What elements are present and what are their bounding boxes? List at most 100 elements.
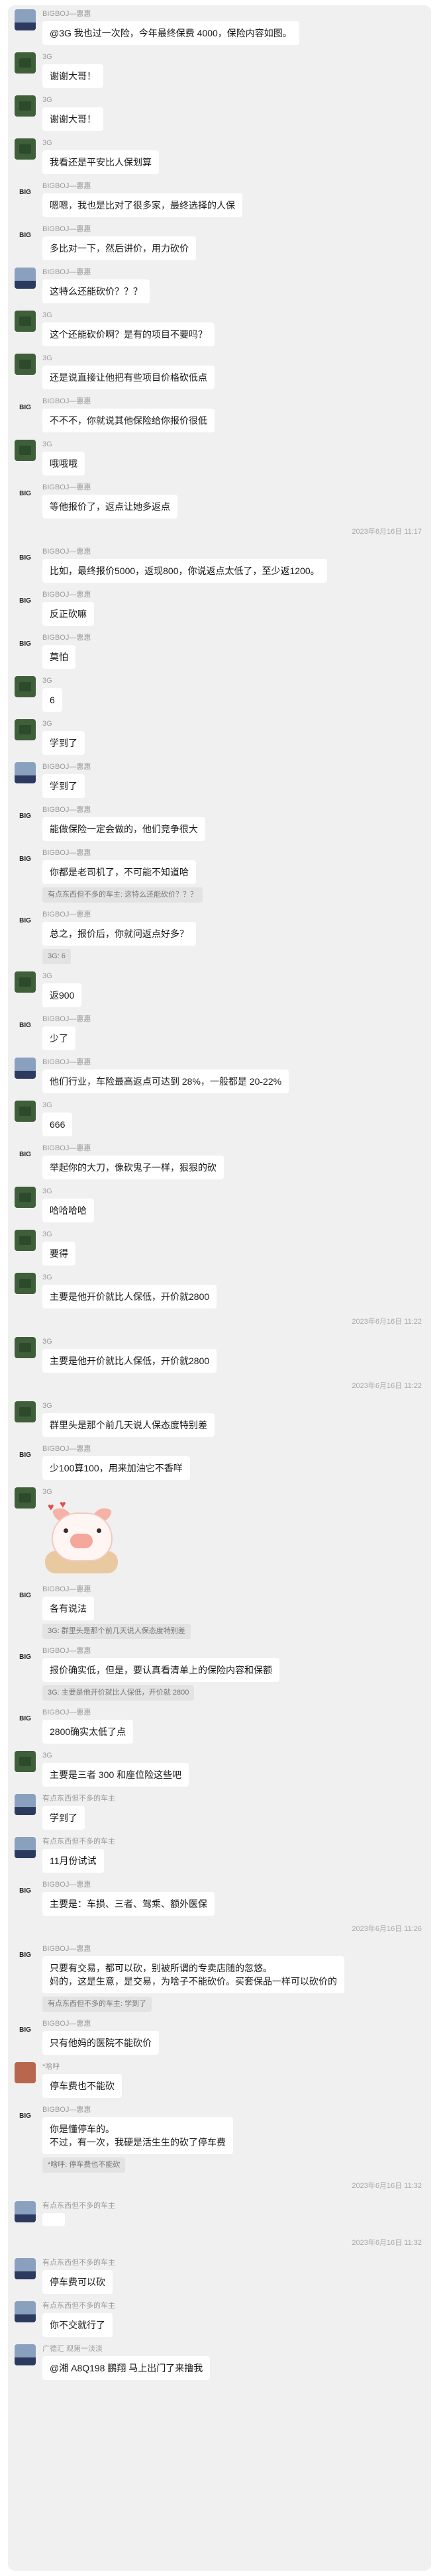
avatar[interactable]: BIG: [15, 1944, 36, 1965]
message-bubble[interactable]: 主要是他开价就比人保低，开价就2800: [42, 1285, 217, 1309]
message-bubble[interactable]: 主要是他开价就比人保低，开价就2800: [42, 1349, 217, 1373]
avatar[interactable]: [15, 2201, 36, 2222]
message-bubble[interactable]: 能做保险一定会做的，他们竞争很大: [42, 817, 205, 841]
quoted-reply[interactable]: *啥呼: 停车费也不能砍: [42, 2157, 126, 2173]
message-bubble[interactable]: 这个还能砍价啊？是有的项目不要吗？: [42, 322, 215, 346]
avatar[interactable]: [15, 1837, 36, 1858]
message-bubble[interactable]: 哈哈哈哈: [42, 1199, 94, 1222]
message-bubble[interactable]: 这特么还能砍价？？？: [42, 279, 150, 303]
message-bubble[interactable]: 要得: [42, 1242, 75, 1265]
message-bubble[interactable]: 只要有交易，都可以砍，别被所谓的专卖店随的忽悠。 妈的，这是生意，是交易，为啥子…: [42, 1956, 344, 1993]
avatar[interactable]: [15, 1273, 36, 1294]
avatar[interactable]: [15, 1187, 36, 1208]
avatar[interactable]: [15, 1230, 36, 1251]
avatar[interactable]: [15, 2301, 36, 2322]
avatar[interactable]: [15, 1487, 36, 1509]
message-bubble[interactable]: 少100算100，用来加油它不香咩: [42, 1456, 190, 1480]
quoted-reply[interactable]: 有点东西但不多的车主: 学到了: [42, 1997, 152, 2012]
avatar[interactable]: [15, 440, 36, 461]
avatar[interactable]: BIG: [15, 1444, 36, 1465]
message-bubble[interactable]: 比如，最终报价5000，返现800，你说返点太低了，至少返1200。: [42, 559, 327, 583]
message-bubble[interactable]: 2800确实太低了点: [42, 1720, 134, 1744]
quoted-reply[interactable]: 3G: 6: [42, 949, 71, 964]
avatar[interactable]: BIG: [15, 1585, 36, 1606]
message-bubble[interactable]: 你不交就行了: [42, 2313, 113, 2337]
avatar[interactable]: [15, 1058, 36, 1079]
avatar[interactable]: BIG: [15, 805, 36, 826]
avatar[interactable]: BIG: [15, 397, 36, 418]
avatar[interactable]: [15, 311, 36, 332]
message-bubble[interactable]: 举起你的大刀，像砍鬼子一样，狠狠的砍: [42, 1156, 224, 1179]
avatar[interactable]: BIG: [15, 633, 36, 654]
avatar[interactable]: [15, 1337, 36, 1358]
avatar[interactable]: BIG: [15, 1708, 36, 1729]
avatar[interactable]: [15, 719, 36, 740]
avatar[interactable]: [15, 268, 36, 289]
avatar[interactable]: [15, 2258, 36, 2279]
message-bubble[interactable]: 群里头是那个前几天说人保态度特别差: [42, 1413, 215, 1437]
message-bubble[interactable]: @3G 我也过一次险，今年最终保费 4000，保险内容如图。: [42, 21, 299, 45]
message-bubble[interactable]: 等他报价了，返点让她多返点: [42, 495, 177, 519]
message-bubble[interactable]: 只有他妈的医院不能砍价: [42, 2031, 159, 2055]
message-bubble[interactable]: 莫怕: [42, 645, 75, 669]
message-bubble[interactable]: 学到了: [42, 1806, 85, 1830]
message-bubble[interactable]: 谢谢大哥！: [42, 64, 103, 88]
avatar[interactable]: [15, 676, 36, 697]
message-bubble[interactable]: 学到了: [42, 731, 85, 755]
avatar[interactable]: BIG: [15, 483, 36, 504]
message-bubble[interactable]: 主要是三者 300 和座位险这些吧: [42, 1763, 189, 1787]
message-bubble[interactable]: 少了: [42, 1026, 75, 1050]
message-bubble[interactable]: 主要是：车损、三者、驾乘、额外医保: [42, 1892, 215, 1916]
message-bubble[interactable]: 总之，报价后，你就问返点好多？: [42, 922, 196, 946]
avatar[interactable]: [15, 1401, 36, 1422]
avatar[interactable]: [15, 9, 36, 30]
avatar[interactable]: BIG: [15, 848, 36, 869]
message-bubble[interactable]: 我看还是平安比人保划算: [42, 150, 159, 174]
quoted-reply[interactable]: 3G: 群里头是那个前几天说人保态度特别差: [42, 1624, 191, 1639]
message-bubble[interactable]: 报价确实低，但是，要认真看清单上的保险内容和保额: [42, 1658, 279, 1682]
message-bubble[interactable]: 返900: [42, 983, 82, 1007]
message-bubble[interactable]: 各有说法: [42, 1597, 94, 1620]
pig-sticker-image[interactable]: ♥ ♥: [42, 1499, 121, 1577]
message-bubble[interactable]: 停车费可以砍: [42, 2270, 113, 2294]
message-bubble[interactable]: 学到了: [42, 774, 85, 798]
message-bubble[interactable]: 嗯嗯，我也是比对了很多家，最终选择的人保: [42, 193, 242, 217]
avatar[interactable]: BIG: [15, 1144, 36, 1165]
message-bubble[interactable]: 多比对一下，然后讲价，用力砍价: [42, 236, 196, 260]
avatar[interactable]: BIG: [15, 181, 36, 203]
avatar[interactable]: BIG: [15, 1646, 36, 1667]
avatar[interactable]: [15, 762, 36, 783]
message-bubble[interactable]: 谢谢大哥！: [42, 107, 103, 131]
avatar[interactable]: [15, 2062, 36, 2083]
avatar[interactable]: [15, 95, 36, 117]
avatar[interactable]: BIG: [15, 1880, 36, 1901]
avatar[interactable]: BIG: [15, 2105, 36, 2126]
message-bubble[interactable]: 666: [42, 1113, 73, 1136]
message-bubble[interactable]: 不不不，你就说其他保险给你报价很低: [42, 409, 215, 432]
message-bubble[interactable]: 哦哦哦: [42, 452, 85, 475]
message-bubble[interactable]: 6: [42, 688, 62, 712]
message-bubble[interactable]: 你都是老司机了，不可能不知道哈: [42, 860, 196, 884]
quoted-reply[interactable]: 有点东西但不多的车主: 这特么还能砍价？？？: [42, 887, 203, 903]
message-bubble[interactable]: 反正砍嘛: [42, 602, 94, 626]
quoted-reply[interactable]: 3G: 主要是他开价就比人保低，开价就 2800: [42, 1685, 195, 1701]
message-bubble[interactable]: 他们行业，车险最高返点可达到 28%，一般都是 20-22%: [42, 1069, 289, 1093]
message-bubble[interactable]: @湘 A8Q198 鹏翔 马上出门了来撸我: [42, 2356, 211, 2380]
avatar[interactable]: BIG: [15, 2019, 36, 2040]
message-bubble[interactable]: 11月份试试: [42, 1849, 104, 1873]
message-bubble[interactable]: 还是说直接让他把有些项目价格砍低点: [42, 366, 215, 389]
message-bubble[interactable]: [42, 2213, 65, 2226]
avatar[interactable]: BIG: [15, 910, 36, 931]
avatar[interactable]: [15, 138, 36, 160]
avatar[interactable]: BIG: [15, 1015, 36, 1036]
message-bubble[interactable]: 你是懂停车的。 不过，有一次，我硬是活生生的砍了停车费: [42, 2117, 233, 2154]
avatar[interactable]: [15, 52, 36, 74]
avatar[interactable]: [15, 971, 36, 993]
chat-message-list[interactable]: BIGBOJ—惠惠 @3G 我也过一次险，今年最终保费 4000，保险内容如图。 3…: [8, 5, 431, 2571]
avatar[interactable]: BIG: [15, 590, 36, 611]
avatar[interactable]: [15, 2344, 36, 2365]
avatar[interactable]: [15, 1794, 36, 1815]
avatar[interactable]: [15, 1101, 36, 1122]
avatar[interactable]: BIG: [15, 547, 36, 568]
avatar[interactable]: BIG: [15, 224, 36, 246]
